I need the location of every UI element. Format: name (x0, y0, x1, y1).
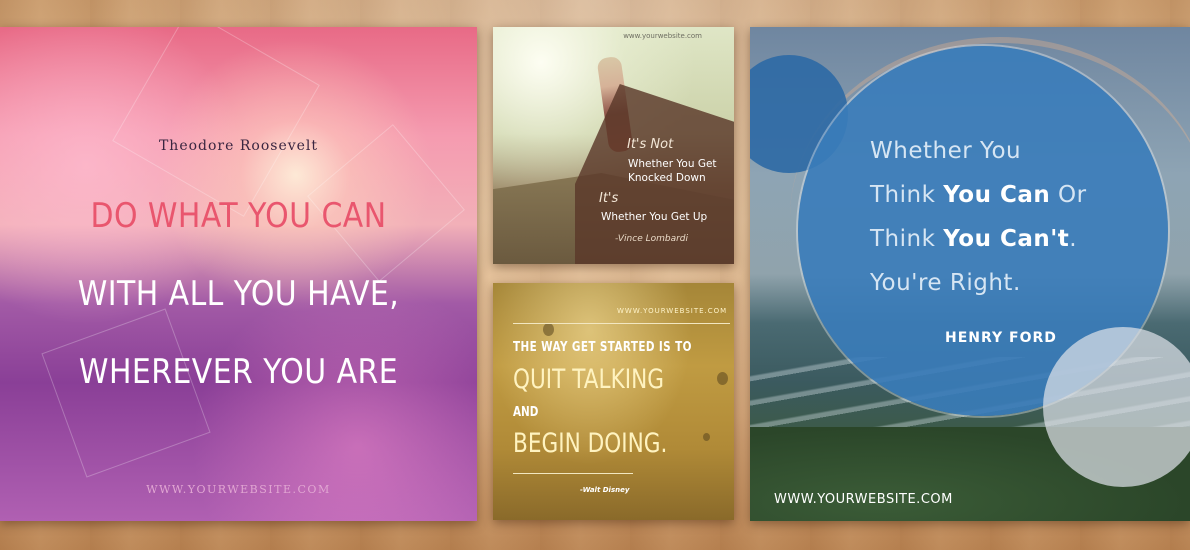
quote-line-1: DO WHAT YOU CAN (90, 196, 387, 236)
quote-emphasis: You Can (943, 182, 1051, 208)
decorative-triangle (41, 308, 211, 478)
divider-line (513, 323, 730, 324)
quote-author: HENRY FORD (945, 330, 1057, 346)
quote-card-roosevelt: Theodore Roosevelt DO WHAT YOU CAN WITH … (0, 27, 477, 521)
website-text: WWW.YOURWEBSITE.COM (774, 492, 953, 507)
divider-line (513, 473, 633, 474)
quote-body-1: Whether You Get Knocked Down (628, 157, 717, 185)
quote-author: Theodore Roosevelt (158, 138, 319, 154)
quote-card-disney: WWW.YOURWEBSITE.COM THE WAY GET STARTED … (493, 283, 734, 520)
quote-line-3: WHEREVER YOU ARE (78, 352, 399, 392)
quote-heading-2: It's (599, 191, 619, 206)
quote-line-2: WITH ALL YOU HAVE, (77, 274, 400, 314)
quote-body-2: Whether You Get Up (601, 211, 708, 223)
quote-line-3: Think You Can't. (870, 226, 1077, 252)
quote-line: Whether You Get (628, 158, 717, 170)
website-text: WWW.YOURWEBSITE.COM (617, 307, 728, 315)
balloon-image (703, 433, 710, 441)
quote-line-1: Whether You (870, 138, 1022, 164)
quote-line-2: Think You Can Or (870, 182, 1087, 208)
quote-text: Think (870, 182, 944, 208)
quote-author: -Walt Disney (580, 486, 630, 494)
quote-line-4: You're Right. (870, 270, 1021, 296)
quote-card-ford: Whether You Think You Can Or Think You C… (750, 27, 1190, 521)
quote-text: Think (870, 226, 944, 252)
quote-line: Knocked Down (628, 172, 706, 184)
decorative-triangle (112, 27, 320, 217)
quote-card-lombardi: www.yourwebsite.com It's Not Whether You… (493, 27, 734, 264)
quote-line-1: THE WAY GET STARTED IS TO (513, 340, 692, 355)
quote-heading-1: It's Not (627, 137, 674, 152)
balloon-image (717, 372, 728, 385)
balloon-image (543, 323, 554, 336)
quote-text: Or (1050, 182, 1087, 208)
quote-author: -Vince Lombardi (615, 234, 689, 244)
website-text: WWW.YOURWEBSITE.COM (146, 483, 331, 496)
quote-emphasis: You Can't (943, 226, 1070, 252)
quote-line-3: AND (513, 405, 539, 420)
quote-text: . (1069, 226, 1078, 252)
quote-line-2: QUIT TALKING (513, 364, 664, 395)
website-text: www.yourwebsite.com (623, 32, 702, 40)
quote-line-4: BEGIN DOING. (513, 428, 668, 459)
decorative-circle-white (1043, 327, 1190, 487)
